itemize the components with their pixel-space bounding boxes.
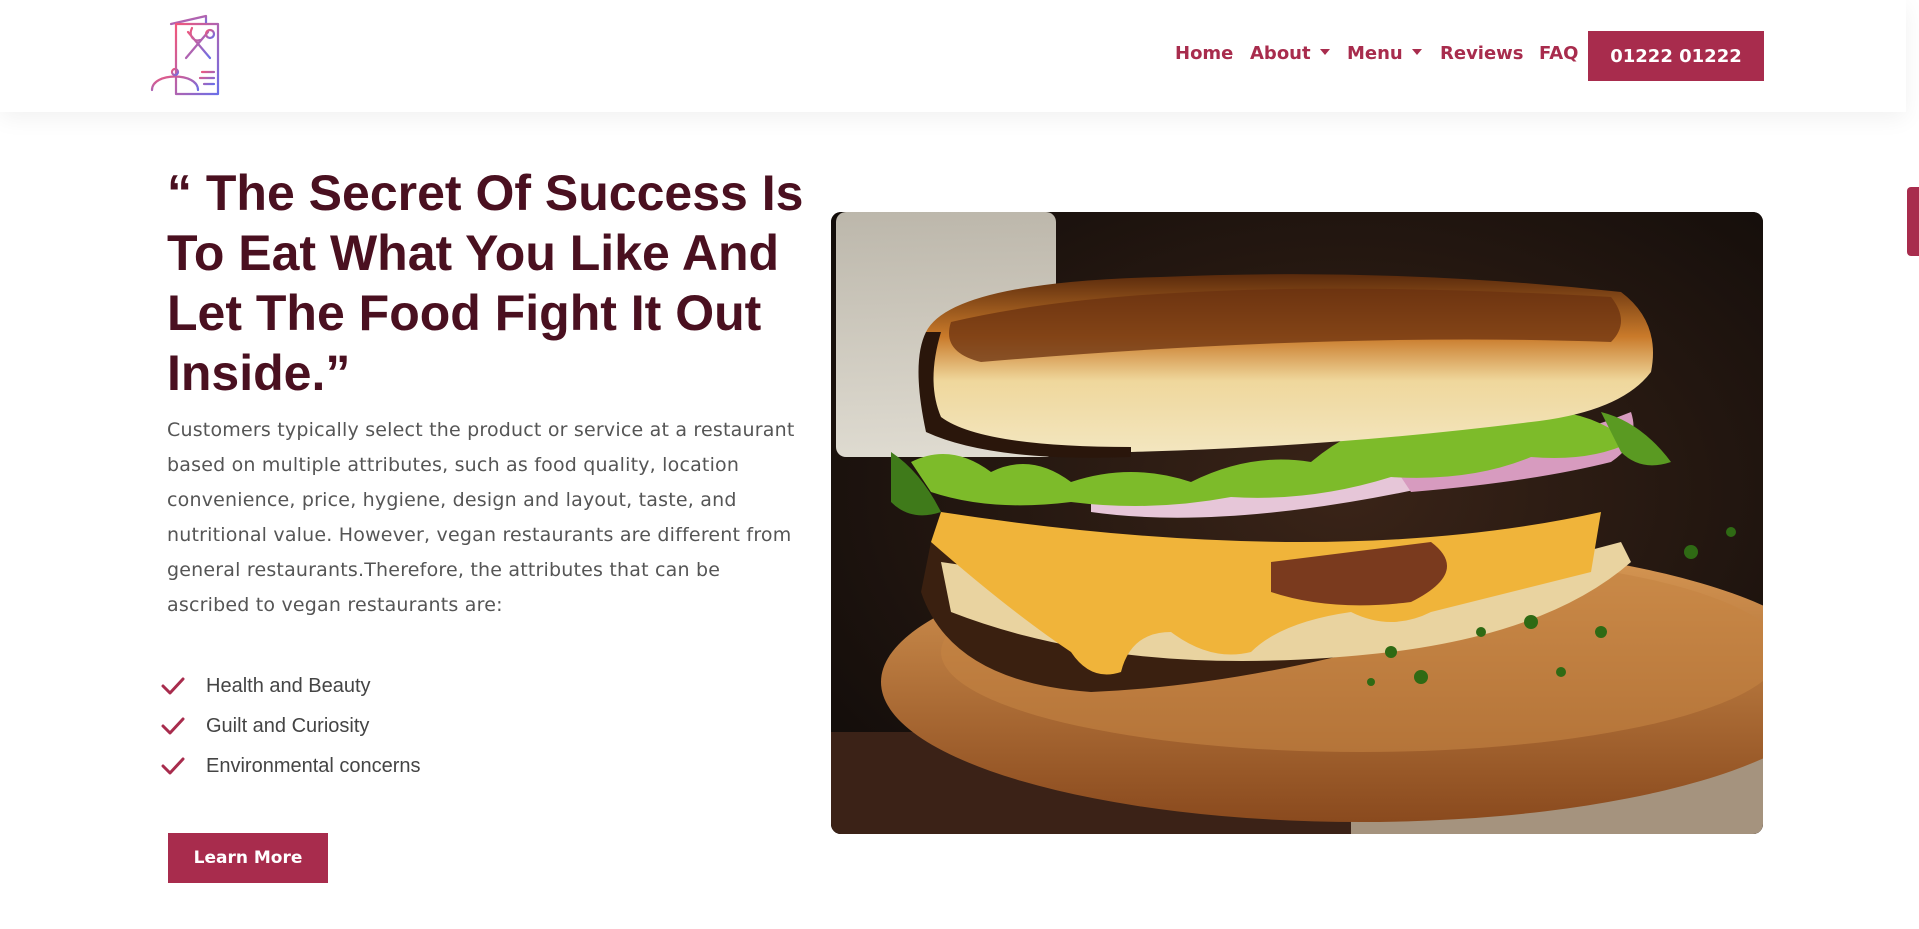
check-icon <box>161 677 185 695</box>
site-header: Home About Menu Reviews FAQ 01222 01222 <box>0 0 1906 112</box>
chevron-down-icon <box>1411 49 1422 55</box>
feature-label: Guilt and Curiosity <box>206 714 370 737</box>
check-icon <box>161 717 185 735</box>
feature-label: Environmental concerns <box>206 754 421 777</box>
hero-quote: “ The Secret Of Success Is To Eat What Y… <box>167 165 804 401</box>
logo-icon[interactable] <box>144 14 230 100</box>
learn-more-button[interactable]: Learn More <box>168 833 328 883</box>
feature-list: Health and Beauty Guilt and Curiosity En… <box>160 666 421 786</box>
feature-label: Health and Beauty <box>206 674 371 697</box>
side-tab[interactable] <box>1907 187 1919 256</box>
phone-button[interactable]: 01222 01222 <box>1588 31 1764 81</box>
nav-menu[interactable]: Menu <box>1347 43 1422 64</box>
nav-home[interactable]: Home <box>1175 43 1233 64</box>
nav-about[interactable]: About <box>1250 43 1330 64</box>
list-item: Environmental concerns <box>160 746 421 786</box>
list-item: Guilt and Curiosity <box>160 706 421 746</box>
list-item: Health and Beauty <box>160 666 421 706</box>
nav-menu-label: Menu <box>1347 43 1403 64</box>
nav-faq[interactable]: FAQ <box>1539 43 1578 64</box>
nav-about-label: About <box>1250 43 1311 64</box>
check-icon <box>161 757 185 775</box>
sandwich-image <box>831 212 1763 834</box>
nav-reviews[interactable]: Reviews <box>1440 43 1524 64</box>
hero-description: Customers typically select the product o… <box>167 419 795 616</box>
chevron-down-icon <box>1319 49 1330 55</box>
